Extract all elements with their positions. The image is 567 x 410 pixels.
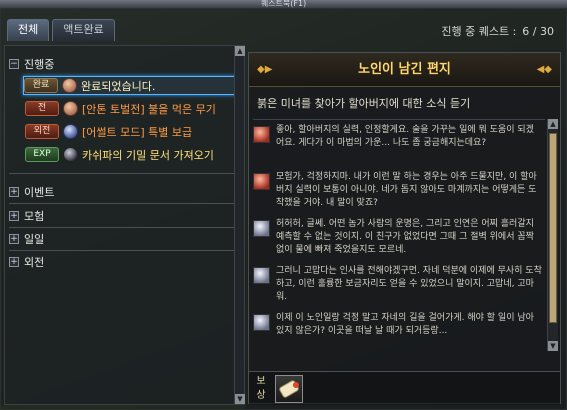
- expand-icon[interactable]: +: [9, 210, 19, 221]
- dialog-entry: 그러니 고맙다는 인사를 전해야겠구먼. 자네 덕분에 이제에 무사히 도착하고…: [253, 265, 545, 304]
- quest-progress-count: 6 / 30: [522, 25, 554, 38]
- dialog-text: 모험가, 걱정하지마. 내가 이런 말 하는 경우는 아주 드물지만, 이 할아…: [276, 172, 537, 208]
- ornament-left-icon: ◆▶: [257, 64, 273, 75]
- expand-icon[interactable]: +: [9, 233, 19, 244]
- group-adventure[interactable]: + 모험: [9, 207, 235, 224]
- divider: [9, 250, 235, 251]
- quest-detail-title: 노인이 남긴 편지: [358, 62, 451, 77]
- group-label: 외전: [24, 255, 45, 269]
- quest-badge: 외전: [25, 124, 59, 139]
- tab-all[interactable]: 전체: [7, 19, 50, 41]
- group-label: 모험: [24, 209, 45, 223]
- quest-badge: 완료: [24, 78, 58, 93]
- quest-progress: 진행 중 퀘스트 : 6 / 30: [441, 23, 554, 39]
- tab-act-complete[interactable]: 액트완료: [52, 19, 115, 41]
- npc-portrait-icon: [63, 147, 78, 162]
- dialog-text: 그러니 고맙다는 인사를 전해야겠구먼. 자네 덕분에 이제에 무사히 도착하고…: [276, 266, 542, 302]
- quest-title: 완료되었습니다.: [81, 79, 156, 93]
- scroll-up-icon[interactable]: ▲: [235, 46, 245, 56]
- divider: [9, 173, 235, 174]
- group-side-story[interactable]: + 외전: [9, 253, 235, 270]
- red-beauty-portrait-icon: [253, 173, 270, 190]
- scroll-down-icon[interactable]: ▼: [235, 394, 245, 404]
- quest-item-secret-document[interactable]: EXP 카쉬파의 기밀 문서 가져오기: [25, 145, 235, 164]
- dialog-text: 좋아, 할아버지의 실력, 인정할게요. 술을 가꾸는 일에 뭐 도움이 되겠어…: [276, 125, 534, 148]
- scroll-up-icon[interactable]: ▲: [548, 119, 558, 129]
- quest-summary: 붉은 미녀를 찾아가 할아버지에 대한 소식 듣기: [257, 97, 471, 110]
- group-daily[interactable]: + 일일: [9, 230, 235, 247]
- quest-book-window: 전체 액트완료 진행 중 퀘스트 : 6 / 30 − 진행중 완료 완료되었습니…: [0, 8, 567, 410]
- quest-progress-label: 진행 중 퀘스트 :: [441, 25, 517, 38]
- window-titlebar: 퀘스트북(F1): [0, 0, 567, 8]
- quest-title: [안톤 토벌전] 불을 먹은 무기: [82, 102, 216, 116]
- bottom-strip: [1, 405, 245, 410]
- quest-item-assault-supply[interactable]: 외전 [어썰트 모드] 특별 보급: [25, 122, 235, 141]
- old-man-portrait-icon: [253, 314, 270, 331]
- dialog-entry: 이제 이 노인일랑 걱정 말고 자네의 길을 걸어가게. 해야 할 일이 남아있…: [253, 312, 545, 338]
- group-label: 이벤트: [24, 185, 55, 199]
- quest-list-panel: − 진행중 완료 완료되었습니다. 전 [안톤 토벌전] 불을 먹은 무기 외전…: [4, 45, 245, 405]
- ornament-right-icon: ◀◆: [536, 64, 552, 75]
- old-man-portrait-icon: [253, 267, 270, 284]
- quest-badge: 전: [25, 101, 59, 116]
- red-beauty-portrait-icon: [253, 126, 270, 143]
- quest-badge: EXP: [25, 147, 59, 162]
- reward-label: 보상: [256, 376, 266, 401]
- npc-portrait-icon: [62, 78, 77, 93]
- collapse-icon[interactable]: −: [9, 58, 19, 69]
- dialog-entry: 허허허, 글쎄. 어떤 놈가 사람의 운명은, 그리고 인연은 어찌 흘러갈지 …: [253, 218, 545, 257]
- group-label: 진행중: [24, 57, 55, 71]
- quest-list-scrollbar[interactable]: ▲ ▼: [234, 46, 245, 404]
- divider: [9, 203, 235, 204]
- scroll-down-icon[interactable]: ▼: [548, 341, 558, 351]
- expand-icon[interactable]: +: [9, 256, 19, 267]
- quest-dialog-list: 좋아, 할아버지의 실력, 인정할게요. 술을 가꾸는 일에 뭐 도움이 되겠어…: [253, 119, 545, 351]
- quest-detail-header: ◆▶ 노인이 남긴 편지 ◀◆: [249, 53, 560, 87]
- dialog-text: 이제 이 노인일랑 걱정 말고 자네의 길을 걸어가게. 해야 할 일이 남아있…: [276, 313, 534, 336]
- dialog-entry: 모험가, 걱정하지마. 내가 이런 말 하는 경우는 아주 드물지만, 이 할아…: [253, 171, 545, 210]
- quest-title: [어썰트 모드] 특별 보급: [82, 125, 193, 139]
- scroll-thumb[interactable]: [549, 133, 557, 323]
- group-in-progress[interactable]: − 진행중: [9, 55, 235, 72]
- reward-bar: 보상: [249, 371, 560, 405]
- npc-portrait-icon: [63, 124, 78, 139]
- quest-item-anton-raid[interactable]: 전 [안톤 토벌전] 불을 먹은 무기: [25, 99, 235, 118]
- old-man-portrait-icon: [253, 220, 270, 237]
- reward-item-slot[interactable]: [275, 375, 303, 403]
- dialog-scrollbar[interactable]: ▲ ▼: [547, 119, 558, 351]
- group-event[interactable]: + 이벤트: [9, 183, 235, 200]
- expand-icon[interactable]: +: [9, 186, 19, 197]
- quest-tab-bar: 전체 액트완료: [7, 19, 115, 41]
- dialog-text: 허허허, 글쎄. 어떤 놈가 사람의 운명은, 그리고 인연은 어찌 흘러갈지 …: [276, 219, 534, 255]
- divider: [9, 227, 235, 228]
- letter-scroll-icon: [278, 379, 300, 399]
- dialog-entry: 좋아, 할아버지의 실력, 인정할게요. 술을 가꾸는 일에 뭐 도움이 되겠어…: [253, 124, 545, 163]
- quest-detail-panel: ◆▶ 노인이 남긴 편지 ◀◆ 붉은 미녀를 찾아가 할아버지에 대한 소식 듣…: [248, 52, 561, 405]
- quest-item-complete[interactable]: 완료 완료되었습니다.: [23, 76, 239, 95]
- npc-portrait-icon: [63, 101, 78, 116]
- window-title: 퀘스트북(F1): [260, 0, 307, 8]
- quest-title: 카쉬파의 기밀 문서 가져오기: [82, 148, 214, 162]
- group-label: 일일: [24, 232, 45, 246]
